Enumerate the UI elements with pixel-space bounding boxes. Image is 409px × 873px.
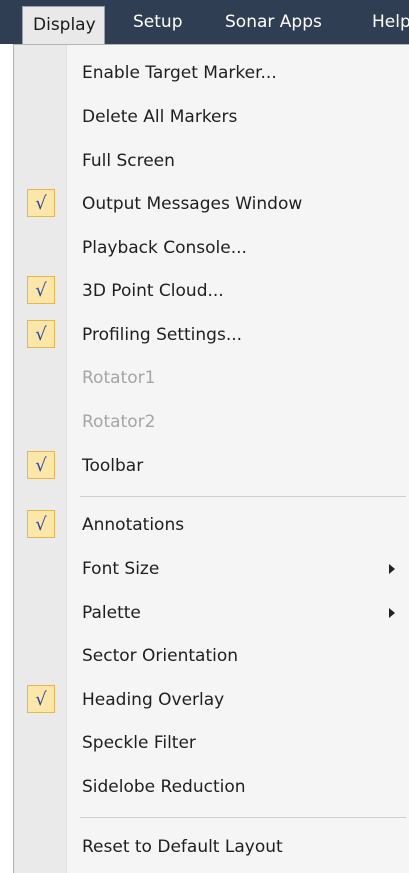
menu-item-label: Delete All Markers (82, 107, 238, 127)
submenu-arrow-icon (389, 564, 395, 574)
menu-item-label: Output Messages Window (82, 194, 303, 214)
checkmark-icon: √ (27, 189, 55, 217)
menu-item-label: Font Size (82, 559, 160, 579)
checkmark-icon: √ (27, 685, 55, 713)
menu-item-delete-all-markers[interactable]: Delete All Markers (14, 96, 409, 138)
menu-bar: Display Setup Sonar Apps Help (0, 0, 409, 44)
menu-item-toolbar[interactable]: √ Toolbar (14, 445, 409, 487)
menu-item-full-screen[interactable]: Full Screen (14, 140, 409, 182)
menu-item-label: Speckle Filter (82, 733, 196, 753)
checkmark-icon: √ (27, 320, 55, 348)
menu-item-label: Palette (82, 603, 141, 623)
menu-item-label: Enable Target Marker... (82, 63, 277, 83)
menu-item-label: Rotator2 (82, 412, 156, 432)
menu-item-rotator2: Rotator2 (14, 401, 409, 443)
menu-item-label: Heading Overlay (82, 690, 225, 710)
menu-item-3d-point-cloud[interactable]: √ 3D Point Cloud... (14, 270, 409, 312)
menu-item-label: Full Screen (82, 151, 175, 171)
menu-item-annotations[interactable]: √ Annotations (14, 504, 409, 546)
menu-item-reset-to-default-layout[interactable]: Reset to Default Layout (14, 826, 409, 868)
menu-item-label: 3D Point Cloud... (82, 281, 224, 301)
menu-help[interactable]: Help (372, 0, 409, 44)
menu-item-enable-target-marker[interactable]: Enable Target Marker... (14, 52, 409, 94)
checkmark-icon: √ (27, 276, 55, 304)
menu-item-palette[interactable]: Palette (14, 592, 409, 634)
checkmark-icon: √ (27, 510, 55, 538)
display-dropdown-menu: Enable Target Marker... Delete All Marke… (13, 44, 409, 873)
menu-item-heading-overlay[interactable]: √ Heading Overlay (14, 679, 409, 721)
menu-item-rotator1: Rotator1 (14, 357, 409, 399)
menu-item-sidelobe-reduction[interactable]: Sidelobe Reduction (14, 766, 409, 808)
menu-separator (80, 817, 406, 818)
menu-separator (80, 496, 406, 497)
menu-display[interactable]: Display (22, 6, 105, 44)
menu-item-font-size[interactable]: Font Size (14, 548, 409, 590)
menu-item-label: Toolbar (82, 456, 144, 476)
menu-item-label: Playback Console... (82, 238, 247, 258)
menu-item-label: Annotations (82, 515, 185, 535)
menu-setup[interactable]: Setup (133, 0, 182, 44)
menu-item-label: Reset to Default Layout (82, 837, 283, 857)
checkmark-icon: √ (27, 451, 55, 479)
menu-item-label: Rotator1 (82, 368, 156, 388)
menu-item-label: Sector Orientation (82, 646, 239, 666)
menu-item-label: Sidelobe Reduction (82, 777, 246, 797)
menu-item-label: Profiling Settings... (82, 325, 243, 345)
menu-sonar-apps[interactable]: Sonar Apps (225, 0, 322, 44)
menu-item-sector-orientation[interactable]: Sector Orientation (14, 635, 409, 677)
menu-item-speckle-filter[interactable]: Speckle Filter (14, 722, 409, 764)
menu-item-playback-console[interactable]: Playback Console... (14, 227, 409, 269)
submenu-arrow-icon (389, 608, 395, 618)
menu-item-output-messages-window[interactable]: √ Output Messages Window (14, 183, 409, 225)
menu-item-profiling-settings[interactable]: √ Profiling Settings... (14, 314, 409, 356)
